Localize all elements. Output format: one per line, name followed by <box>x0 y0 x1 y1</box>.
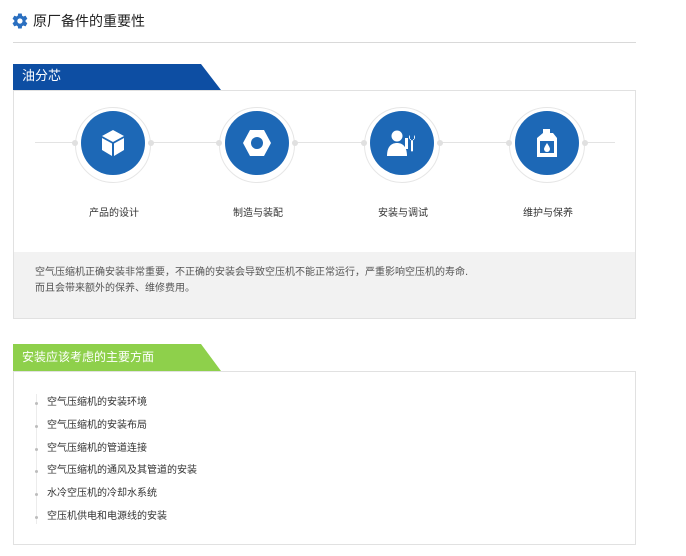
step-manufacturing[interactable]: 制造与装配 <box>213 107 303 227</box>
title-divider <box>13 42 636 43</box>
aspects-list: 空气压缩机的安装环境 空气压缩机的安装布局 空气压缩机的管道连接 空气压缩机的通… <box>35 392 197 529</box>
list-item[interactable]: 空压机供电和电源线的安装 <box>35 506 197 529</box>
step-label: 安装与调试 <box>378 208 428 219</box>
step-label: 维护与保养 <box>523 208 573 219</box>
section-tab-label: 安装应该考虑的主要方面 <box>22 350 155 364</box>
installation-note: 空气压缩机正确安装非常重要，不正确的安装会导致空压机不能正常运行，严重影响空压机… <box>14 252 635 318</box>
oil-bottle-icon <box>515 111 579 175</box>
cube-icon <box>81 111 145 175</box>
step-product-design[interactable]: 产品的设计 <box>69 107 159 227</box>
technician-wrench-icon <box>370 111 434 175</box>
installation-aspects-panel: 空气压缩机的安装环境 空气压缩机的安装布局 空气压缩机的管道连接 空气压缩机的通… <box>13 371 636 545</box>
oil-separator-panel: 产品的设计 制造与装配 安装与调试 维护与保养 空气压缩机正确安装非常重要，不正… <box>13 90 636 319</box>
list-item[interactable]: 空气压缩机的管道连接 <box>35 438 197 461</box>
hex-nut-icon <box>225 111 289 175</box>
section-tab-oil-separator: 油分芯 <box>13 64 221 90</box>
step-installation[interactable]: 安装与调试 <box>358 107 448 227</box>
step-label: 制造与装配 <box>233 208 283 219</box>
note-line-2: 而且会带来额外的保养、维修费用。 <box>35 283 195 294</box>
note-line-1: 空气压缩机正确安装非常重要，不正确的安装会导致空压机不能正常运行，严重影响空压机… <box>35 267 469 278</box>
list-item[interactable]: 空气压缩机的通风及其管道的安装 <box>35 460 197 483</box>
section-tab-installation-aspects: 安装应该考虑的主要方面 <box>13 344 221 371</box>
step-maintenance[interactable]: 维护与保养 <box>503 107 593 227</box>
list-item[interactable]: 水冷空压机的冷却水系统 <box>35 483 197 506</box>
page-title-text: 原厂备件的重要性 <box>33 14 145 30</box>
section-tab-label: 油分芯 <box>22 69 62 84</box>
gear-icon <box>11 12 29 30</box>
step-label: 产品的设计 <box>89 208 139 219</box>
list-item[interactable]: 空气压缩机的安装布局 <box>35 415 197 438</box>
list-item[interactable]: 空气压缩机的安装环境 <box>35 392 197 415</box>
page-title: 原厂备件的重要性 <box>11 10 145 32</box>
